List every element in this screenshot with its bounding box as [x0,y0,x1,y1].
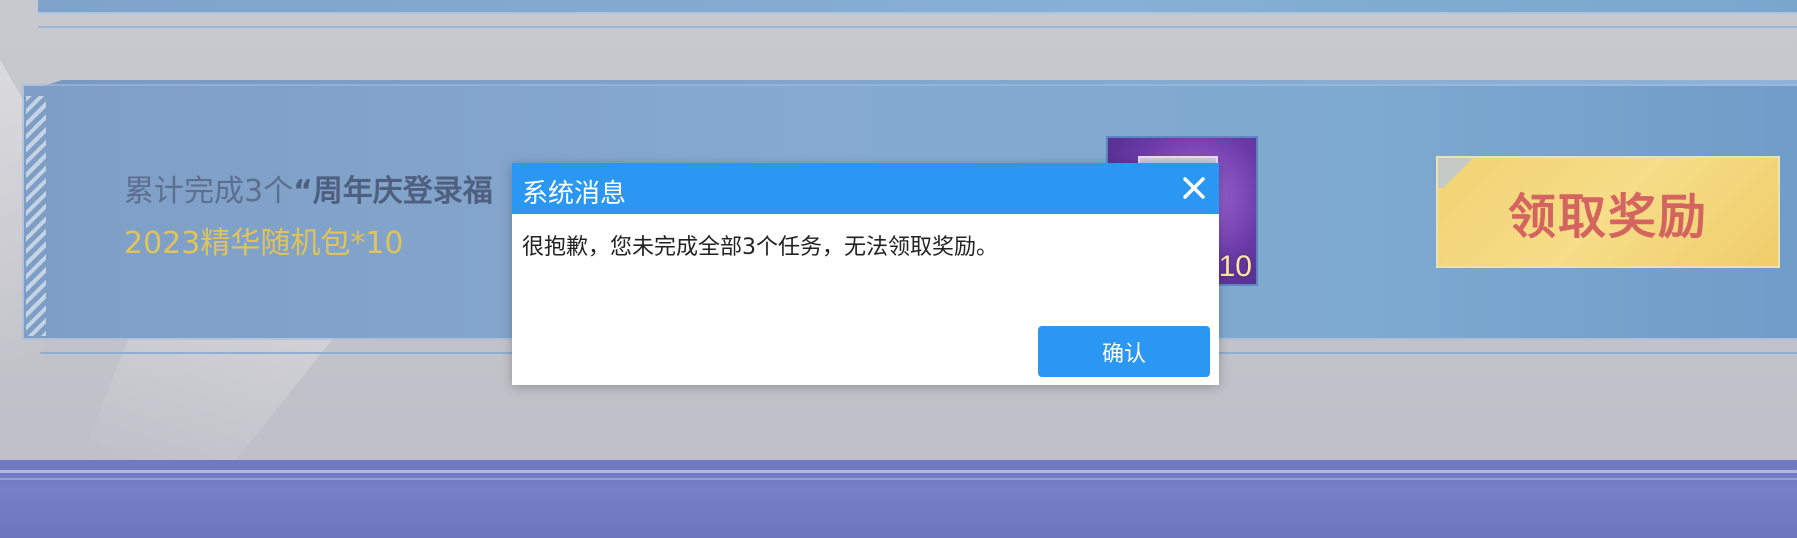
claim-reward-button-label: 领取奖励 [1507,189,1708,245]
previous-task-card [38,0,1797,14]
dialog-header: 系统消息 [512,163,1219,214]
close-icon[interactable] [1179,173,1209,203]
background-shard [80,330,340,460]
dialog-title: 系统消息 [522,179,627,209]
dialog-message: 很抱歉，您未完成全部3个任务，无法领取奖励。 [522,235,998,260]
task-reward-text: 2023精华随机包*10 [124,226,404,261]
system-message-dialog: 系统消息 很抱歉，您未完成全部3个任务，无法领取奖励。 确认 [512,163,1219,385]
previous-task-card-border [38,26,1797,28]
task-card-stripe-decoration [26,96,46,336]
task-description: 累计完成3个“周年庆登录福 [124,166,493,210]
task-description-prefix: 累计完成3个 [124,174,294,209]
reward-item-count: 10 [1218,250,1252,283]
confirm-button-label: 确认 [1101,341,1146,367]
task-description-highlight: “周年庆登录福 [293,174,493,209]
claim-reward-button[interactable]: 领取奖励 [1436,156,1780,268]
confirm-button[interactable]: 确认 [1038,326,1210,377]
bottom-bar-highlight [0,478,1797,480]
bottom-bar-highlight [0,470,1797,473]
